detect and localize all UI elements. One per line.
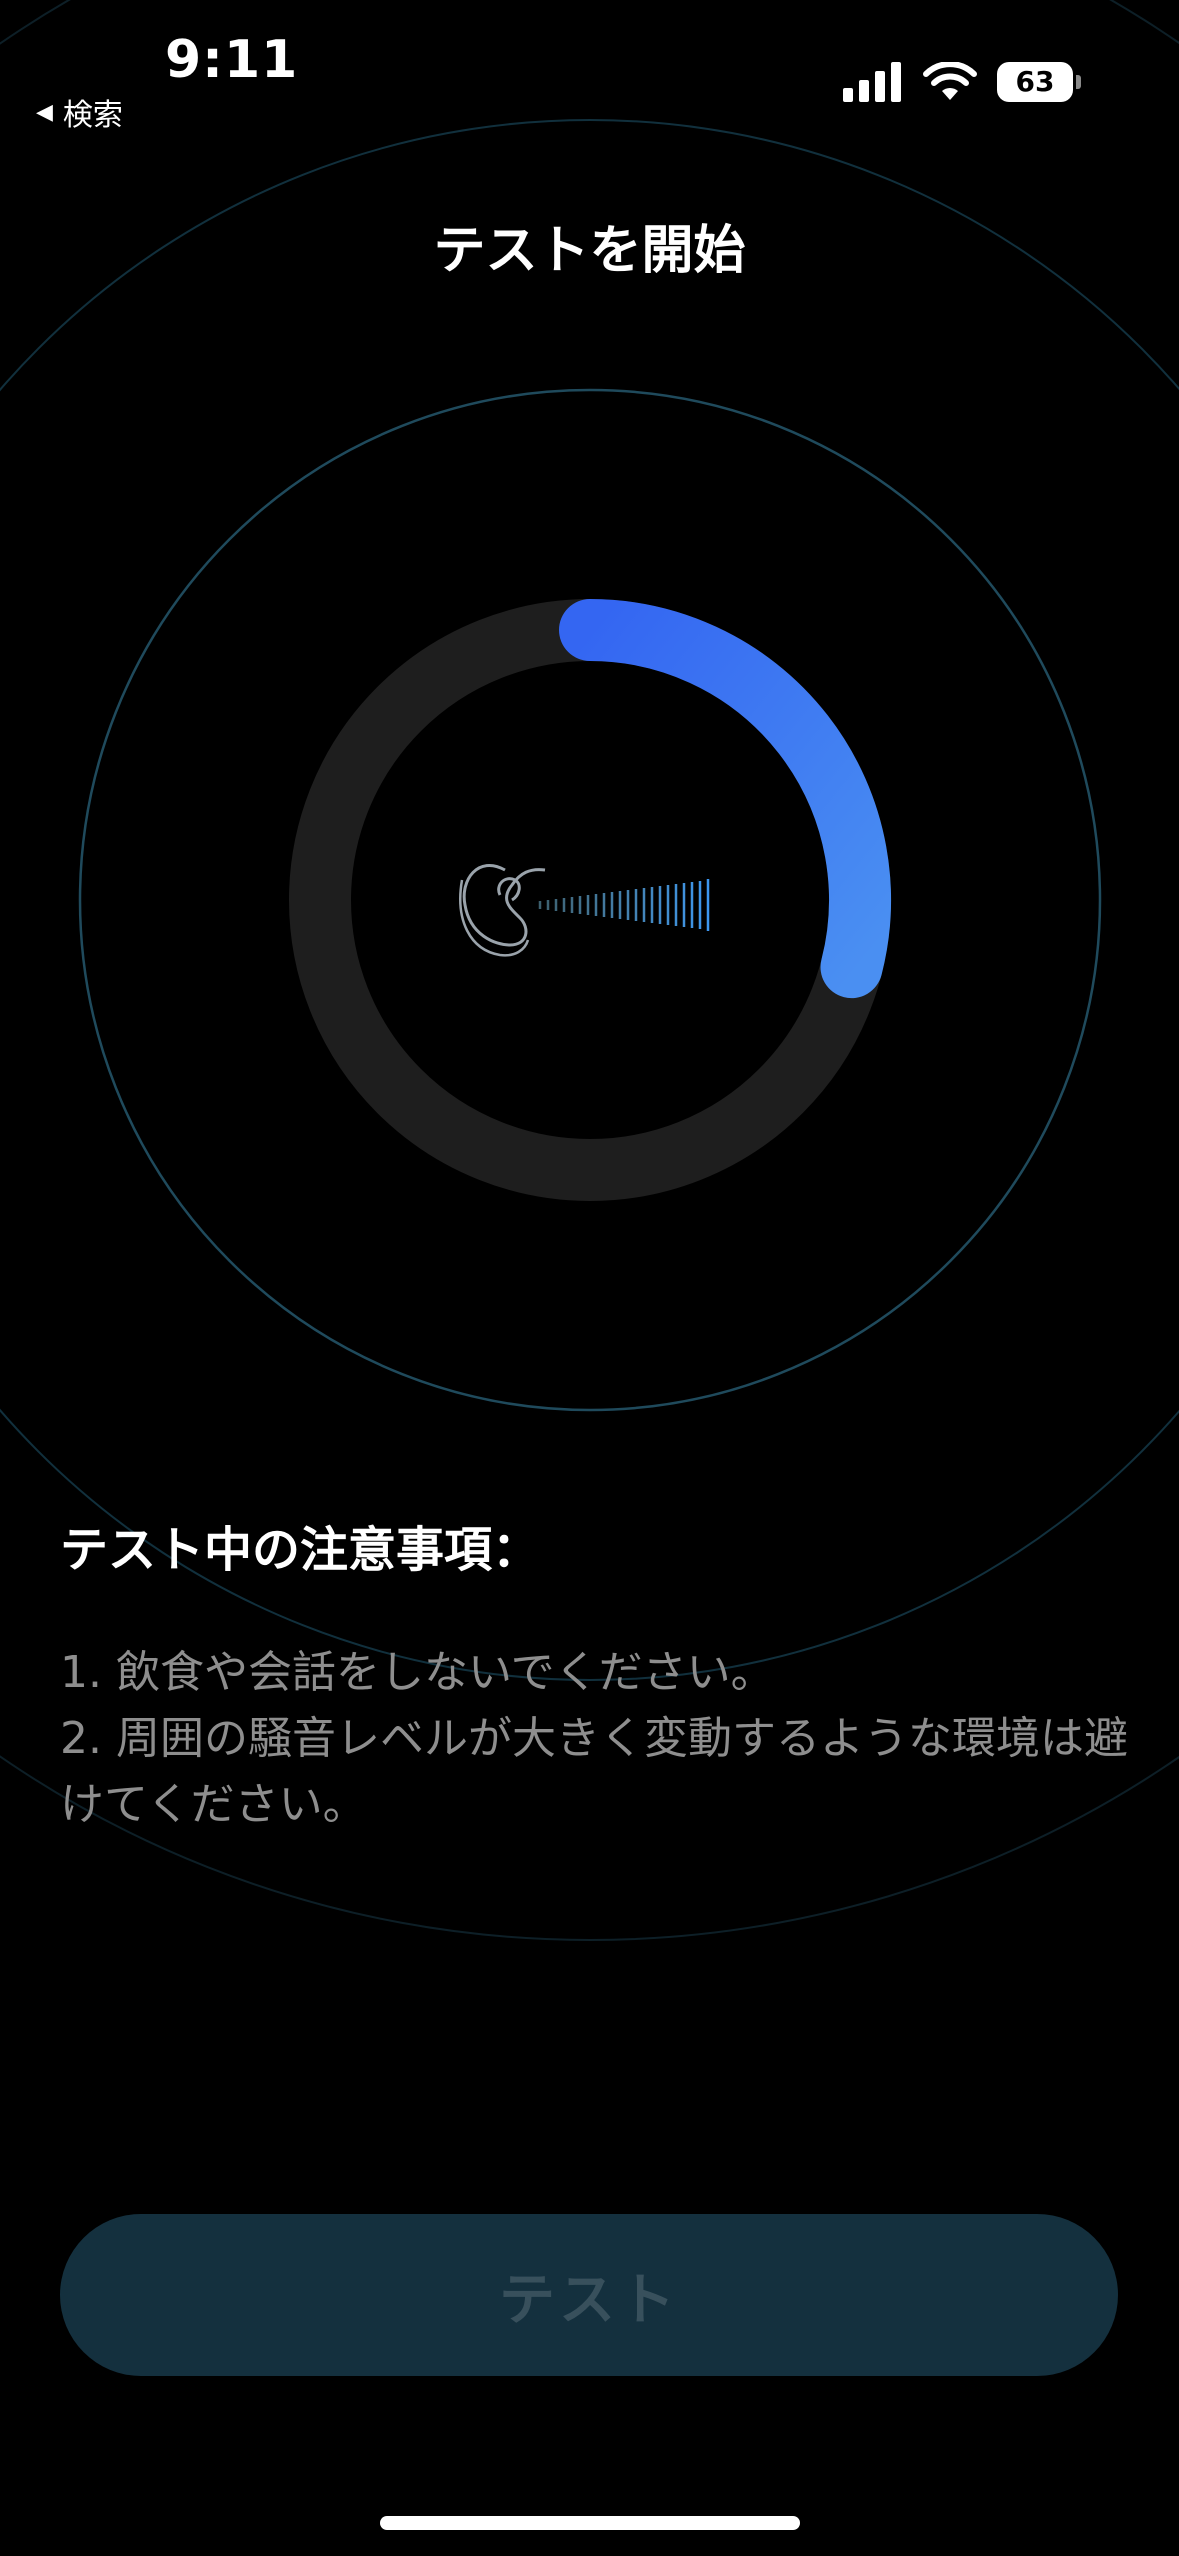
note-item-2: 2. 周囲の騒音レベルが大きく変動するような環境は避けてください。 [60,1713,1128,1830]
notes-heading: テスト中の注意事項： [60,1522,541,1578]
sound-wave-bars [538,879,710,931]
progress-arc [559,599,891,999]
notes-list: 1. 飲食や会話をしないでください。 2. 周囲の騒音レベルが大きく変動するよう… [60,1640,1140,1838]
home-indicator[interactable] [380,2516,800,2530]
outer-ring-2 [0,119,1179,1681]
note-item-1: 1. 飲食や会話をしないでください。 [60,1647,775,1698]
ear-sound-wave-icon [459,863,710,957]
outer-ring-1 [78,388,1102,1412]
start-test-button[interactable]: テスト [60,2214,1118,2376]
